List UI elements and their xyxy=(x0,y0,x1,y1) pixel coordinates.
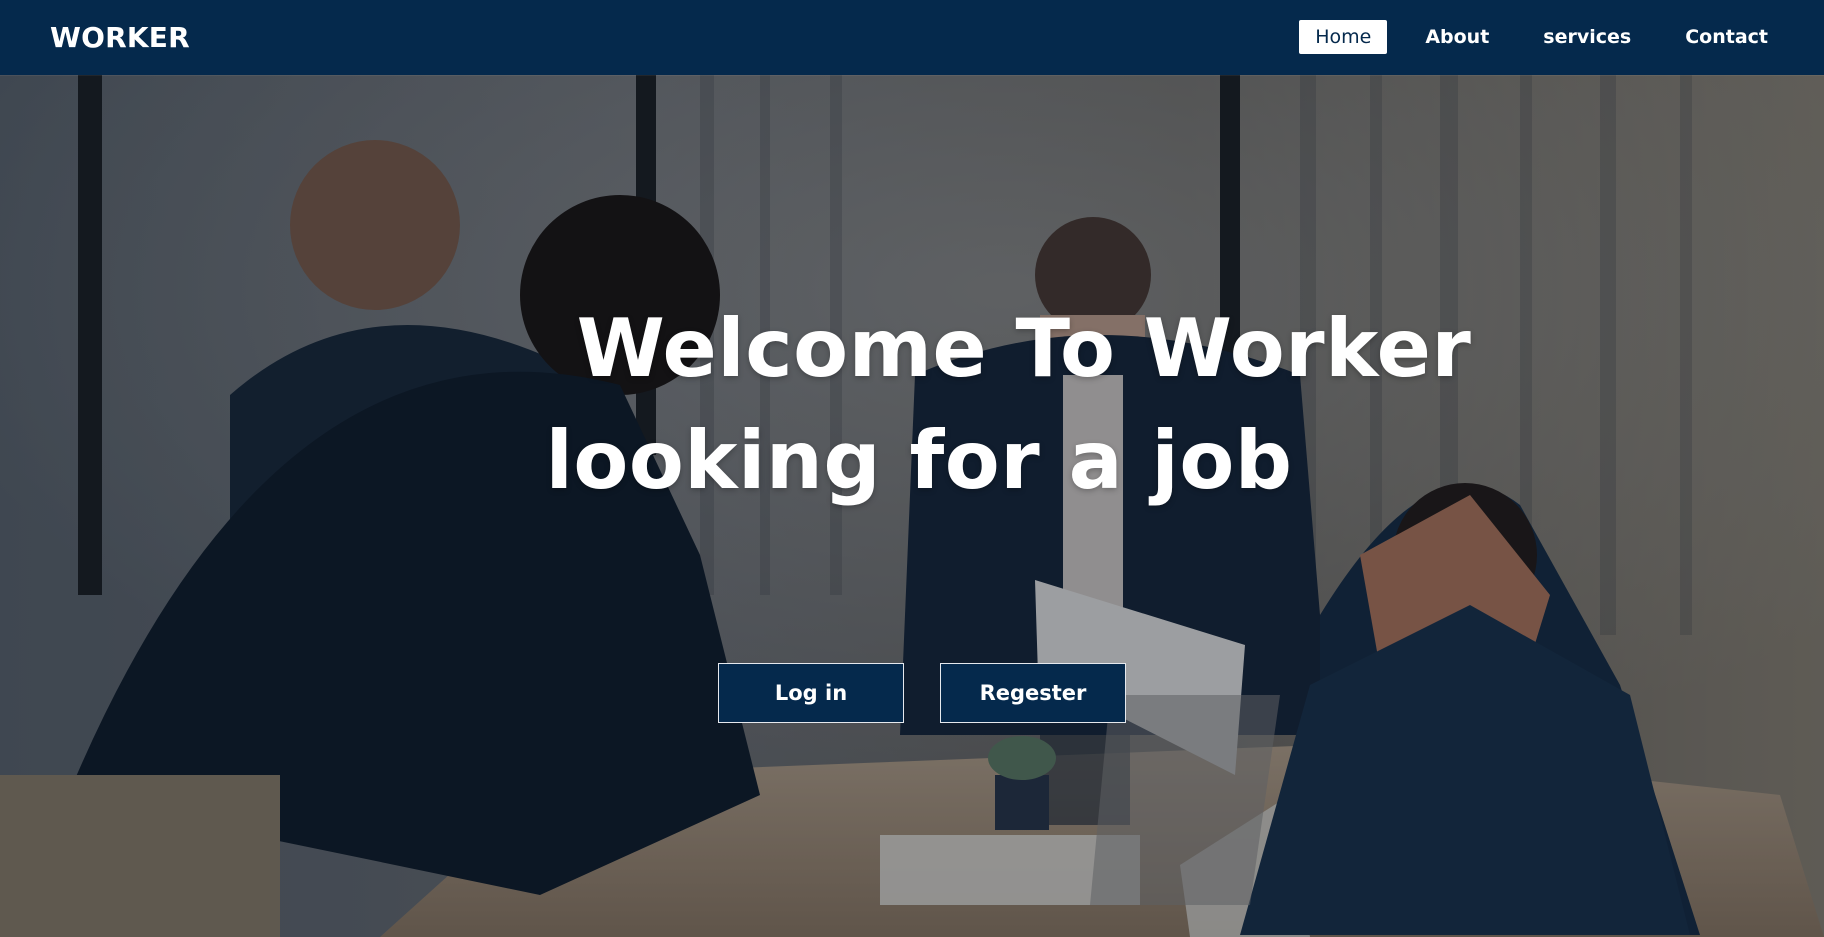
hero-title-line-2: looking for a job xyxy=(545,414,1293,507)
nav-link-home[interactable]: Home xyxy=(1299,20,1388,54)
nav-link-contact[interactable]: Contact xyxy=(1669,20,1784,54)
nav-link-about[interactable]: About xyxy=(1409,20,1505,54)
nav-link-services[interactable]: services xyxy=(1527,20,1647,54)
register-button[interactable]: Regester xyxy=(940,663,1126,723)
hero-heading: Welcome To Worker looking for a job xyxy=(0,293,1824,517)
hero-title-line-1: Welcome To Worker xyxy=(576,302,1472,395)
nav-links: Home About services Contact xyxy=(1299,20,1784,54)
login-button[interactable]: Log in xyxy=(718,663,904,723)
hero-section: Welcome To Worker looking for a job Log … xyxy=(0,75,1824,937)
hero-action-buttons: Log in Regester xyxy=(718,663,1126,723)
brand-logo[interactable]: WORKER xyxy=(50,20,190,56)
top-navbar: WORKER Home About services Contact xyxy=(0,0,1824,75)
